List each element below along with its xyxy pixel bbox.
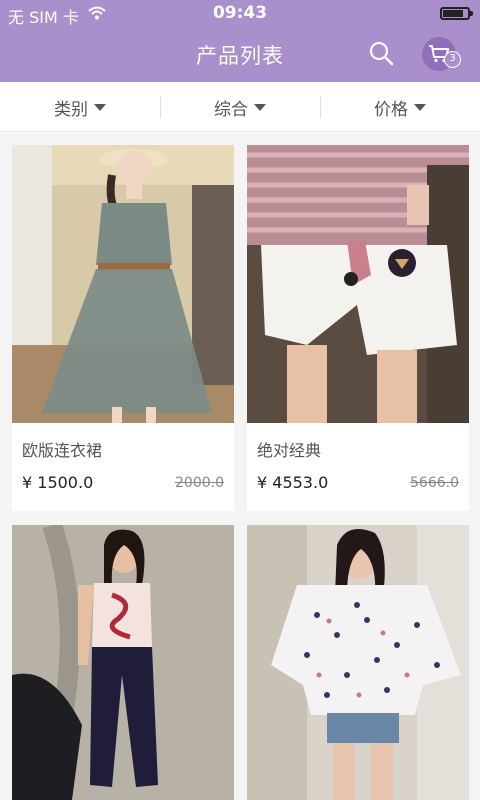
battery-icon [440,7,473,20]
product-price: ¥ 1500.0 [22,473,94,492]
caret-down-icon [254,103,266,111]
search-icon[interactable] [368,40,394,66]
filter-category[interactable]: 类别 [0,82,160,132]
filter-general[interactable]: 综合 [160,82,320,132]
product-image[interactable] [12,145,234,423]
filter-price-label: 价格 [374,99,408,120]
page-title: 产品列表 [196,44,284,68]
filter-category-label: 类别 [54,99,88,120]
caret-down-icon [414,103,426,111]
product-old-price: 5666.0 [410,475,459,491]
status-bar: 无 SIM 卡 09:43 [0,0,480,28]
product-name: 绝对经典 [257,441,322,460]
status-time: 09:43 [212,3,268,23]
filter-general-label: 综合 [214,99,248,120]
product-card[interactable]: 欧版连衣裙 ¥ 1500.0 2000.0 [12,145,234,511]
caret-down-icon [94,103,106,111]
product-old-price: 2000.0 [175,475,224,491]
filter-price[interactable]: 价格 [320,82,480,132]
product-price: ¥ 4553.0 [257,473,329,492]
product-card[interactable] [12,525,234,800]
product-card[interactable]: 绝对经典 ¥ 4553.0 5666.0 [247,145,469,511]
app-header: 无 SIM 卡 09:43 产品列表 3 [0,0,480,82]
product-image[interactable] [247,525,469,800]
product-image[interactable] [12,525,234,800]
product-card[interactable] [247,525,469,800]
product-image[interactable] [247,145,469,423]
filter-bar: 类别 综合 价格 [0,82,480,132]
cart-count-badge: 3 [444,51,461,68]
product-name: 欧版连衣裙 [22,441,103,460]
